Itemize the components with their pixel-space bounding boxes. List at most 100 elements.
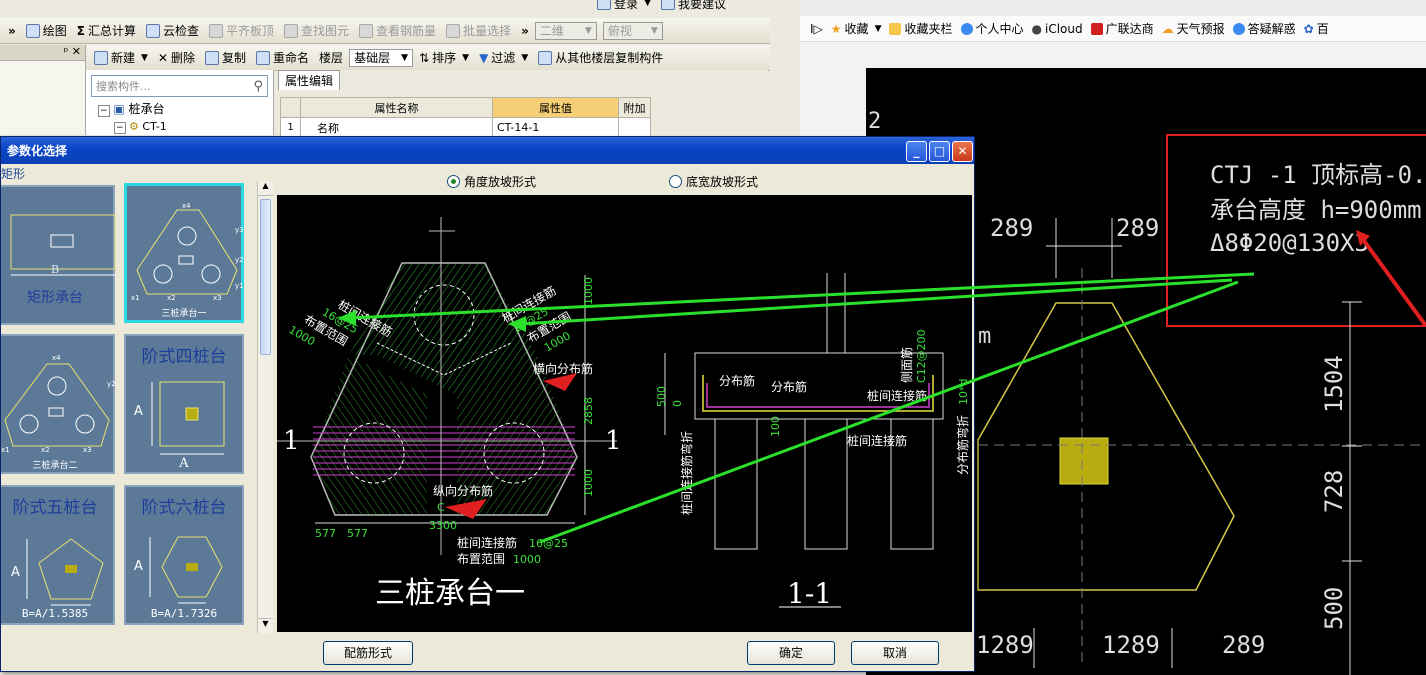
cad-mark-2: 2 bbox=[868, 109, 881, 134]
gallery-item-rect-cap[interactable]: B 矩形承台 bbox=[1, 185, 116, 325]
radio-width-slope[interactable]: 底宽放坡形式 bbox=[669, 173, 758, 190]
prop-col-extra: 附加 bbox=[618, 97, 651, 118]
batch-select-button[interactable]: 批量选择 bbox=[442, 21, 515, 41]
scroll-up-icon[interactable]: ▲ bbox=[258, 181, 273, 196]
draw-button[interactable]: 绘图 bbox=[22, 21, 71, 41]
gallery-item-step-four-pile[interactable]: 阶式四桩台 A A bbox=[124, 334, 244, 474]
sum-calc-button[interactable]: Σ 汇总计算 bbox=[73, 21, 140, 41]
view-rebar-button[interactable]: 查看钢筋量 bbox=[355, 21, 440, 41]
cad-note-2: 承台高度 h=900mm bbox=[1210, 196, 1422, 224]
component-search[interactable]: 搜索构件... ⚲ bbox=[91, 75, 268, 97]
table-row[interactable]: 1 名称 CT-14-1 bbox=[280, 117, 651, 138]
scroll-thumb[interactable] bbox=[260, 199, 271, 355]
sec-dim-500: 500 bbox=[655, 386, 668, 407]
thumb-mark: y2 bbox=[235, 256, 244, 264]
sort-button[interactable]: ⇅ 排序 ▼ bbox=[415, 48, 473, 68]
dim-1000-top: 1000 bbox=[582, 277, 595, 305]
bookmark-baidu[interactable]: ✿ 百 bbox=[1304, 20, 1329, 37]
val-range-bottom: 1000 bbox=[513, 553, 541, 566]
copy-button[interactable]: 复制 bbox=[201, 48, 250, 68]
template-gallery: B 矩形承台 x4 y3 y2 y1 x1 x2 x3 三桩承台一 x4 y2 … bbox=[1, 181, 257, 631]
bookmark-favorites[interactable]: ★ 收藏 ▼ bbox=[831, 20, 882, 37]
sec-label-pilelink2: 桩间连接筋 bbox=[847, 433, 907, 448]
dim-1000-bottom: 1000 bbox=[582, 469, 595, 497]
pin-icon[interactable]: ᵖ bbox=[64, 45, 69, 58]
radio-angle-dot[interactable] bbox=[447, 175, 460, 188]
bookmark-personal[interactable]: 个人中心 bbox=[960, 20, 1024, 37]
label-horiz-bar: 横向分布筋 bbox=[533, 361, 593, 376]
slab-icon bbox=[209, 23, 224, 38]
nav-close-icon[interactable]: ✕ bbox=[72, 45, 81, 58]
toolbar-more[interactable]: » bbox=[517, 21, 533, 41]
delete-button[interactable]: ✕ 删除 bbox=[154, 48, 199, 68]
gallery-item-step-five-pile[interactable]: 阶式五桩台 A B=A/1.5385 bbox=[1, 485, 115, 625]
thumb-mark: x1 bbox=[131, 294, 140, 302]
find-element-button[interactable]: 查找图元 bbox=[280, 21, 353, 41]
toolbar-expand[interactable]: » bbox=[4, 21, 20, 41]
three-pile-2-label: 三桩承台二 bbox=[32, 461, 78, 471]
rebar-form-button[interactable]: 配筋形式 bbox=[323, 641, 413, 665]
param-select-dialog: 参数化选择 _ □ ✕ 矩形 B 矩形承台 x4 y3 y2 y1 x1 x2 … bbox=[0, 136, 975, 672]
new-button[interactable]: 新建 ▼ bbox=[90, 48, 152, 68]
bookmark-glodon[interactable]: 广联达商 bbox=[1090, 20, 1154, 37]
minimize-button[interactable]: _ bbox=[906, 141, 927, 162]
floor-copy-icon bbox=[538, 50, 553, 65]
view-mode-select[interactable]: 俯视 ▼ bbox=[602, 21, 663, 40]
search-input[interactable]: 搜索构件... bbox=[96, 78, 151, 94]
thumb-mark: A bbox=[134, 559, 143, 574]
filter-button[interactable]: ▼ 过滤 ▼ bbox=[475, 48, 532, 68]
login-button[interactable]: 登录 ▼ bbox=[593, 0, 655, 13]
thumb-mark: x1 bbox=[1, 446, 10, 454]
maximize-button[interactable]: □ bbox=[929, 141, 950, 162]
radio-width-dot[interactable] bbox=[669, 175, 682, 188]
cloud-check-button[interactable]: 云检查 bbox=[142, 21, 203, 41]
sidebar-toggle-icon[interactable]: I▷ bbox=[810, 22, 823, 36]
tree-node-ct1[interactable]: − ⚙ CT-1 bbox=[98, 119, 273, 136]
tab-property-edit[interactable]: 属性编辑 bbox=[278, 70, 341, 90]
radio-angle-slope[interactable]: 角度放坡形式 bbox=[447, 173, 536, 190]
flush-slab-button[interactable]: 平齐板顶 bbox=[205, 21, 278, 41]
search-icon[interactable]: ⚲ bbox=[253, 79, 263, 94]
tree-node-pile-cap[interactable]: − ▣ 桩承台 bbox=[98, 102, 273, 119]
rect-dim-b: B bbox=[50, 263, 60, 276]
rename-button[interactable]: 重命名 bbox=[252, 48, 313, 68]
browser-topstrip bbox=[800, 0, 1426, 16]
scroll-down-icon[interactable]: ▼ bbox=[258, 618, 273, 633]
step-five-thumb bbox=[26, 538, 104, 606]
gallery-item-step-six-pile[interactable]: 阶式六桩台 A B=A/1.7326 bbox=[124, 485, 244, 625]
folder-icon bbox=[889, 22, 902, 35]
suggest-button[interactable]: 我要建议 bbox=[657, 0, 730, 13]
find-icon bbox=[284, 23, 299, 38]
section-pile bbox=[804, 418, 848, 550]
gallery-item-three-pile-1[interactable]: x4 y3 y2 y1 x1 x2 x3 三桩承台一 bbox=[124, 183, 244, 323]
val-vert-bar: C bbox=[437, 501, 445, 514]
thumb-mark: x3 bbox=[213, 294, 222, 302]
label-vert-bar: 纵向分布筋 bbox=[433, 483, 493, 498]
copy-icon bbox=[205, 50, 220, 65]
ok-button[interactable]: 确定 bbox=[747, 641, 835, 665]
property-pane: 属性编辑 属性名称 属性值 附加 1 名称 CT-14-1 bbox=[278, 70, 768, 138]
rebar-preview-canvas: 1 1 桩间连接筋 16@25 布置范围 1000 桩间连接筋 16@25 布置… bbox=[277, 195, 972, 632]
thumb-mark: x2 bbox=[167, 294, 176, 302]
step-six-thumb bbox=[149, 536, 223, 604]
cancel-button[interactable]: 取消 bbox=[851, 641, 939, 665]
bookmark-folder[interactable]: 收藏夹栏 bbox=[889, 20, 953, 37]
bookmark-qa[interactable]: 答疑解惑 bbox=[1232, 20, 1296, 37]
gallery-item-three-pile-2[interactable]: x4 y2 x1 x2 x3 三桩承台二 bbox=[1, 334, 116, 474]
close-button[interactable]: ✕ bbox=[952, 141, 973, 162]
prop-col-value: 属性值 bbox=[492, 97, 619, 118]
six-formula: B=A/1.7326 bbox=[150, 607, 218, 620]
thumb-mark: y1 bbox=[235, 282, 244, 290]
copy-from-floor-button[interactable]: 从其他楼层复制构件 bbox=[534, 48, 667, 68]
view-2d-select[interactable]: 二维 ▼ bbox=[534, 21, 597, 40]
bookmark-icloud[interactable]: ● iCloud bbox=[1032, 22, 1083, 36]
sec-label-distrib-bend: 分布筋弯折 bbox=[955, 415, 970, 475]
new-icon bbox=[94, 50, 108, 65]
gallery-scrollbar[interactable]: ▲ ▼ bbox=[257, 181, 273, 633]
floor-select[interactable]: 基础层 ▼ bbox=[349, 48, 414, 67]
prop-col-name: 属性名称 bbox=[300, 97, 493, 118]
prop-corner bbox=[280, 97, 301, 118]
bookmark-weather[interactable]: ☁ 天气预报 bbox=[1162, 20, 1225, 37]
section-pile bbox=[714, 418, 758, 550]
star-icon: ★ bbox=[830, 21, 842, 36]
